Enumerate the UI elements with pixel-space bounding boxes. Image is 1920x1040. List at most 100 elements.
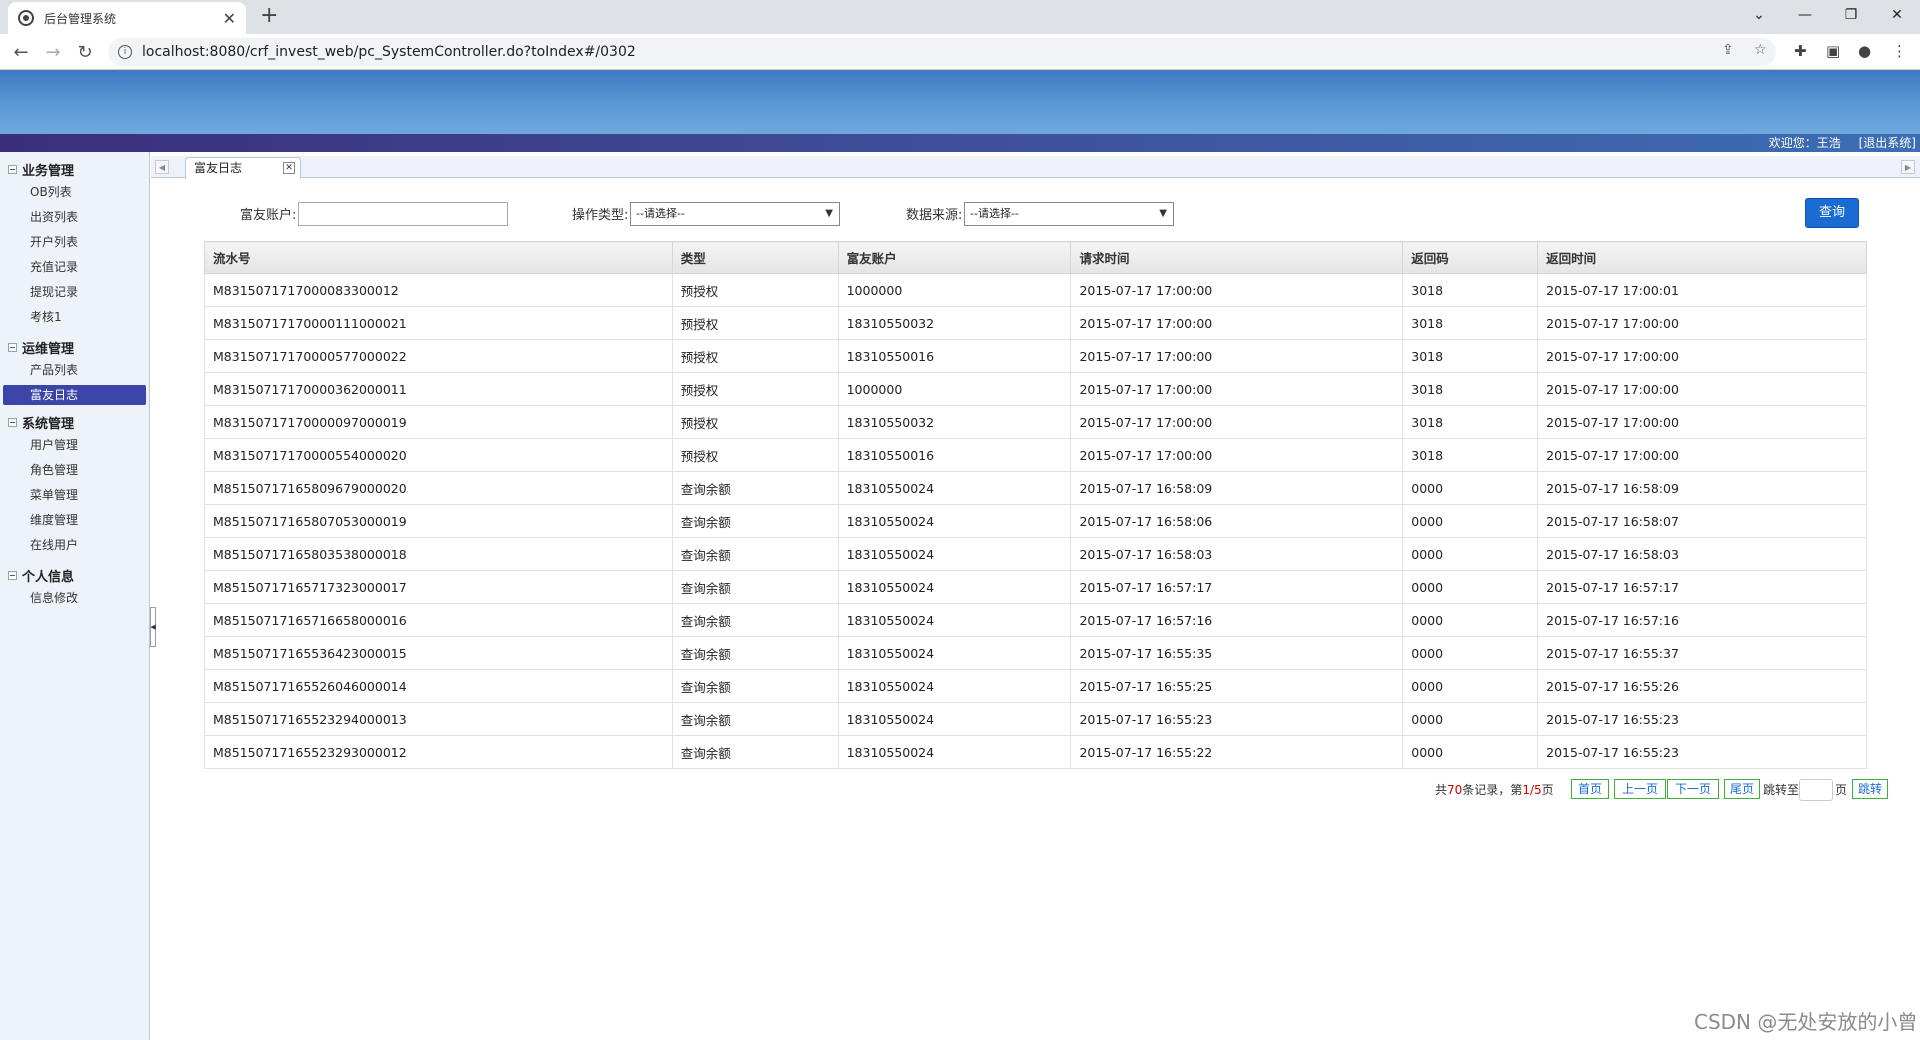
table-header-row: 流水号 类型 富友账户 请求时间 返回码 返回时间 <box>204 241 1867 274</box>
table-row[interactable]: M85150717165523293000012 查询余额 18310550024 2… <box>204 735 1867 769</box>
table-cell: M85150717165523294000013 <box>204 702 673 736</box>
sidebar: 业务管理 OB列表 出资列表 开户列表 充值记录 提现记录 考核1 运维管理 产品列表 富友日志系… <box>0 152 150 1040</box>
close-icon[interactable]: ✕ <box>223 9 236 28</box>
sidebar-item[interactable]: OB列表 <box>3 180 146 205</box>
jump-to-label: 跳转至 <box>1763 783 1800 797</box>
table-row[interactable]: M83150717170000111000021 预授权 18310550032 20… <box>204 306 1867 340</box>
jump-button[interactable]: 跳转 <box>1852 779 1888 799</box>
logout-link[interactable]: [退出系统] <box>1859 136 1916 150</box>
profile-icon[interactable]: ● <box>1858 42 1871 60</box>
sidebar-group[interactable]: 系统管理 <box>0 411 149 433</box>
extensions-icon[interactable]: ✚ <box>1794 42 1807 60</box>
sidebar-item[interactable]: 在线用户 <box>3 533 146 558</box>
jump-page-input[interactable] <box>1799 779 1833 801</box>
table-cell: 18310550024 <box>837 702 1072 736</box>
tab-label: 富友日志 <box>194 161 243 175</box>
sidebar-collapse-handle[interactable]: ◀ <box>150 607 156 647</box>
table-cell: M85150717165536423000015 <box>204 636 673 670</box>
table-row[interactable]: M85150717165716658000016 查询余额 18310550024 2… <box>204 603 1867 637</box>
table-cell: M83150717170000577000022 <box>204 339 673 373</box>
info-icon[interactable]: i <box>118 45 132 59</box>
sidebar-group[interactable]: 运维管理 <box>0 336 149 358</box>
table-cell: 2015-07-17 17:00:00 <box>1537 405 1867 439</box>
op-type-label: 操作类型: <box>572 208 629 223</box>
table-cell: 2015-07-17 17:00:00 <box>1537 306 1867 340</box>
table-cell: 18310550024 <box>837 735 1072 769</box>
window-close-icon[interactable]: ✕ <box>1874 0 1920 30</box>
sidebar-item[interactable]: 菜单管理 <box>3 483 146 508</box>
table-row[interactable]: M83150717170000097000019 预授权 18310550032 20… <box>204 405 1867 439</box>
sidebar-item[interactable]: 用户管理 <box>3 433 146 458</box>
collapse-toggle-icon[interactable] <box>8 164 17 174</box>
forward-icon[interactable]: → <box>42 42 64 63</box>
new-tab-icon[interactable]: + <box>260 3 278 28</box>
prev-page-button[interactable]: 上一页 <box>1614 779 1666 799</box>
table-cell: 2015-07-17 17:00:00 <box>1537 372 1867 406</box>
bookmark-star-icon[interactable]: ☆ <box>1754 42 1767 58</box>
table-row[interactable]: M83150717170000554000020 预授权 18310550016 20… <box>204 438 1867 472</box>
sidebar-item[interactable]: 产品列表 <box>3 358 146 383</box>
sidebar-item[interactable]: 充值记录 <box>3 255 146 280</box>
sidebar-item[interactable]: 开户列表 <box>3 230 146 255</box>
minimize-icon[interactable]: — <box>1782 0 1828 30</box>
collapse-toggle-icon[interactable] <box>8 342 17 352</box>
table-row[interactable]: M83150717170000577000022 预授权 18310550016 20… <box>204 339 1867 373</box>
sidebar-item[interactable]: 出资列表 <box>3 205 146 230</box>
restore-icon[interactable]: ❐ <box>1828 0 1874 30</box>
sidebar-group-label: 运维管理 <box>22 341 75 357</box>
reload-icon[interactable]: ↻ <box>74 42 96 63</box>
tab-fuyou-log[interactable]: 富友日志 ✕ <box>185 157 301 179</box>
table-cell: 2015-07-17 17:00:01 <box>1537 273 1867 307</box>
collapse-toggle-icon[interactable] <box>8 570 17 580</box>
browser-tab[interactable]: 后台管理系统 ✕ <box>8 2 246 34</box>
url-text: localhost:8080/crf_invest_web/pc_SystemC… <box>142 44 636 60</box>
table-row[interactable]: M85150717165523294000013 查询余额 18310550024 2… <box>204 702 1867 736</box>
table-cell: 查询余额 <box>671 504 839 538</box>
op-type-select[interactable]: --请选择-- ▼ <box>630 202 840 226</box>
table-cell: 2015-07-17 17:00:00 <box>1070 273 1404 307</box>
sidebar-group-label: 系统管理 <box>22 416 75 432</box>
sidebar-group[interactable]: 个人信息 <box>0 564 149 586</box>
last-page-button[interactable]: 尾页 <box>1724 779 1760 799</box>
pager-current: 1/5 <box>1522 783 1542 797</box>
next-page-button[interactable]: 下一页 <box>1667 779 1719 799</box>
table-cell: 2015-07-17 16:57:17 <box>1070 570 1404 604</box>
table-row[interactable]: M8315071717000083300012 预授权 1000000 2015-07… <box>204 273 1867 307</box>
tab-search-icon[interactable]: ⌄ <box>1736 0 1782 30</box>
table-cell: 0000 <box>1402 702 1539 736</box>
side-panel-icon[interactable]: ▣ <box>1826 42 1840 60</box>
sidebar-item[interactable]: 角色管理 <box>3 458 146 483</box>
table-row[interactable]: M85150717165536423000015 查询余额 18310550024 2… <box>204 636 1867 670</box>
sidebar-group[interactable]: 业务管理 <box>0 158 149 180</box>
url-field[interactable]: i localhost:8080/crf_invest_web/pc_Syste… <box>108 38 1776 66</box>
collapse-toggle-icon[interactable] <box>8 417 17 427</box>
table-row[interactable]: M85150717165807053000019 查询余额 18310550024 2… <box>204 504 1867 538</box>
table-row[interactable]: M83150717170000362000011 预授权 1000000 2015-0… <box>204 372 1867 406</box>
table-cell: 2015-07-17 16:58:06 <box>1070 504 1404 538</box>
tab-scroll-left-icon[interactable]: ◀ <box>155 160 169 174</box>
table-cell: 0000 <box>1402 735 1539 769</box>
table-row[interactable]: M85150717165809679000020 查询余额 18310550024 2… <box>204 471 1867 505</box>
table-cell: 2015-07-17 16:58:07 <box>1537 504 1867 538</box>
table-cell: 2015-07-17 16:58:03 <box>1537 537 1867 571</box>
menu-icon[interactable]: ⋮ <box>1892 42 1907 60</box>
share-icon[interactable]: ⇪ <box>1722 42 1734 58</box>
account-input[interactable] <box>298 202 508 226</box>
sidebar-item[interactable]: 富友日志 <box>3 385 146 405</box>
table-row[interactable]: M85150717165717323000017 查询余额 18310550024 2… <box>204 570 1867 604</box>
sidebar-item[interactable]: 提现记录 <box>3 280 146 305</box>
back-icon[interactable]: ← <box>10 42 32 63</box>
tab-scroll-right-icon[interactable]: ▶ <box>1901 160 1915 174</box>
table-cell: 3018 <box>1402 438 1539 472</box>
column-header: 富友账户 <box>837 241 1072 274</box>
sidebar-item[interactable]: 维度管理 <box>3 508 146 533</box>
watermark: CSDN @无处安放的小曾 <box>1694 1010 1918 1034</box>
sidebar-item[interactable]: 考核1 <box>3 305 146 330</box>
source-select[interactable]: --请选择-- ▼ <box>964 202 1174 226</box>
sidebar-item[interactable]: 信息修改 <box>3 586 146 611</box>
table-row[interactable]: M85150717165803538000018 查询余额 18310550024 2… <box>204 537 1867 571</box>
table-row[interactable]: M85150717165526046000014 查询余额 18310550024 2… <box>204 669 1867 703</box>
query-button[interactable]: 查询 <box>1805 198 1859 228</box>
close-tab-icon[interactable]: ✕ <box>283 162 295 174</box>
first-page-button[interactable]: 首页 <box>1571 779 1609 799</box>
